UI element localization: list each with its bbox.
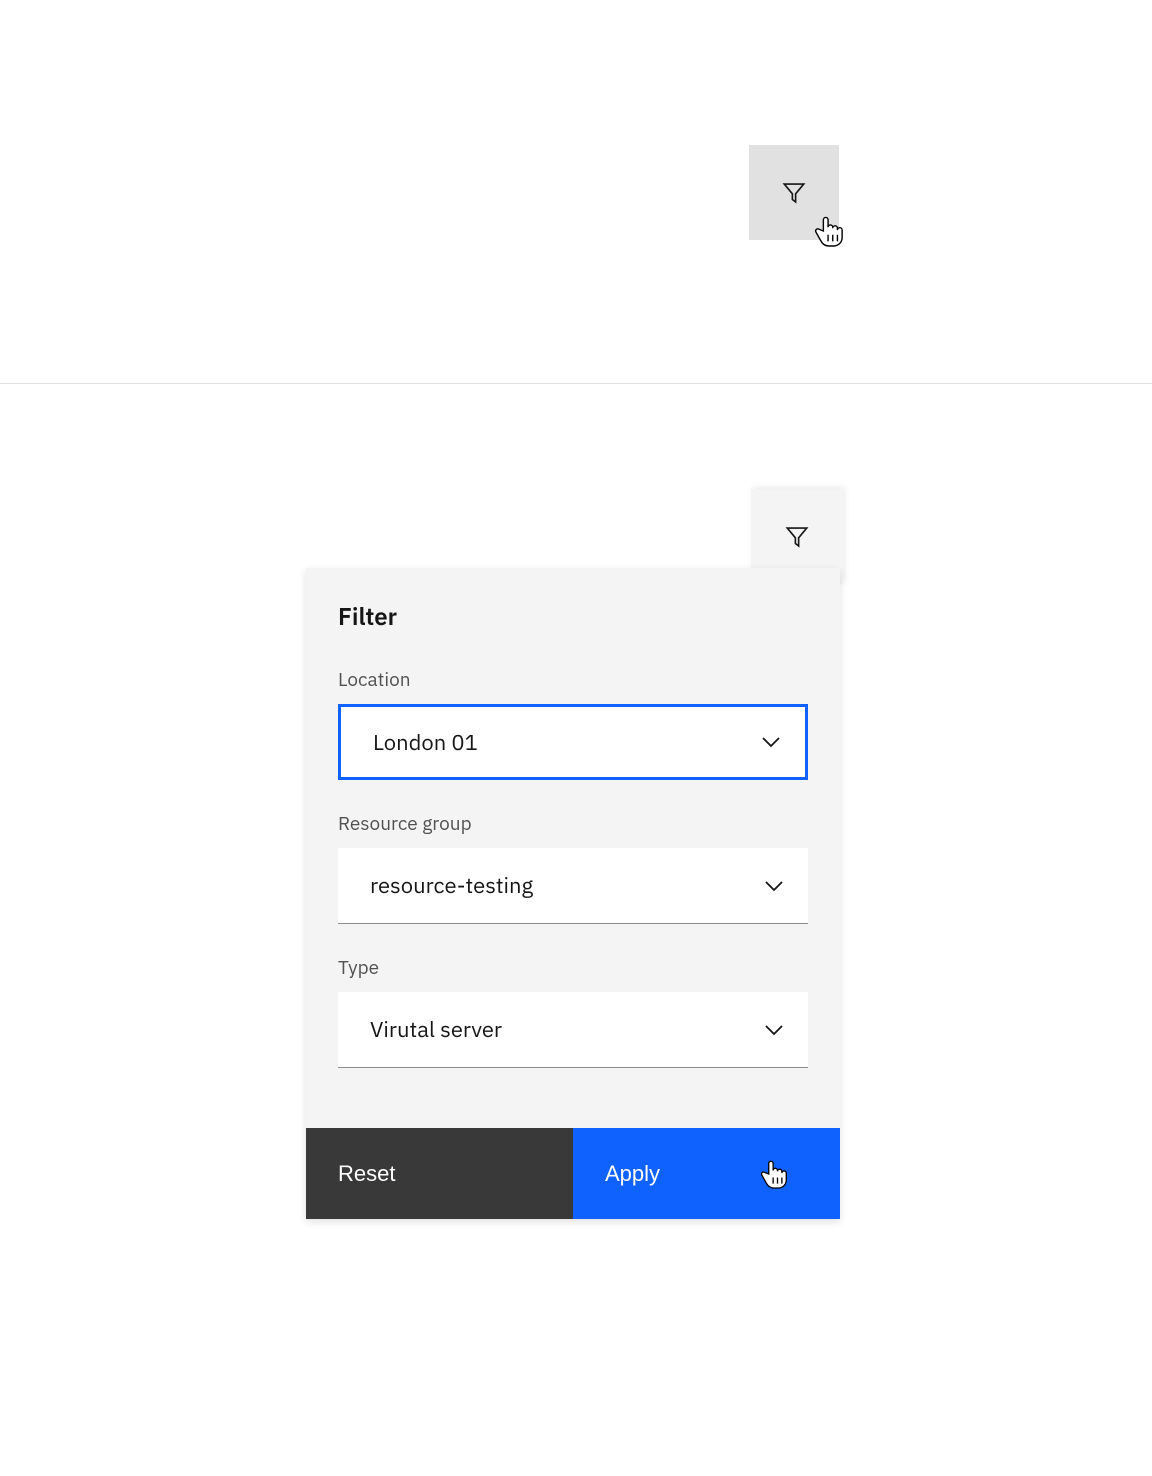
reset-button[interactable]: Reset: [306, 1128, 573, 1219]
filter-icon: [781, 180, 807, 206]
field-type: Type Virutal server: [338, 956, 808, 1068]
filter-title: Filter: [338, 600, 808, 632]
apply-button-label: Apply: [605, 1161, 660, 1187]
chevron-down-icon: [764, 1024, 784, 1036]
dropdown-value-resource-group: resource-testing: [370, 871, 533, 900]
chevron-down-icon: [764, 880, 784, 892]
filter-icon: [784, 524, 810, 550]
field-location: Location London 01: [338, 668, 808, 780]
filter-panel: Filter Location London 01 Resource group…: [306, 568, 840, 1219]
dropdown-type[interactable]: Virutal server: [338, 992, 808, 1068]
dropdown-value-type: Virutal server: [370, 1015, 502, 1044]
field-label-location: Location: [338, 668, 808, 692]
chevron-down-icon: [761, 736, 781, 748]
apply-button[interactable]: Apply: [573, 1128, 840, 1219]
reset-button-label: Reset: [338, 1161, 395, 1187]
field-label-type: Type: [338, 956, 808, 980]
cursor-pointer-icon: [760, 1158, 788, 1190]
filter-toggle-button[interactable]: [749, 145, 839, 240]
filter-panel-footer: Reset Apply: [306, 1128, 840, 1219]
dropdown-value-location: London 01: [373, 728, 478, 757]
field-label-resource-group: Resource group: [338, 812, 808, 836]
dropdown-resource-group[interactable]: resource-testing: [338, 848, 808, 924]
field-resource-group: Resource group resource-testing: [338, 812, 808, 924]
filter-popover: Filter Location London 01 Resource group…: [306, 493, 843, 1219]
filter-panel-body: Filter Location London 01 Resource group…: [306, 568, 840, 1128]
section-divider: [0, 383, 1152, 384]
dropdown-location[interactable]: London 01: [338, 704, 808, 780]
